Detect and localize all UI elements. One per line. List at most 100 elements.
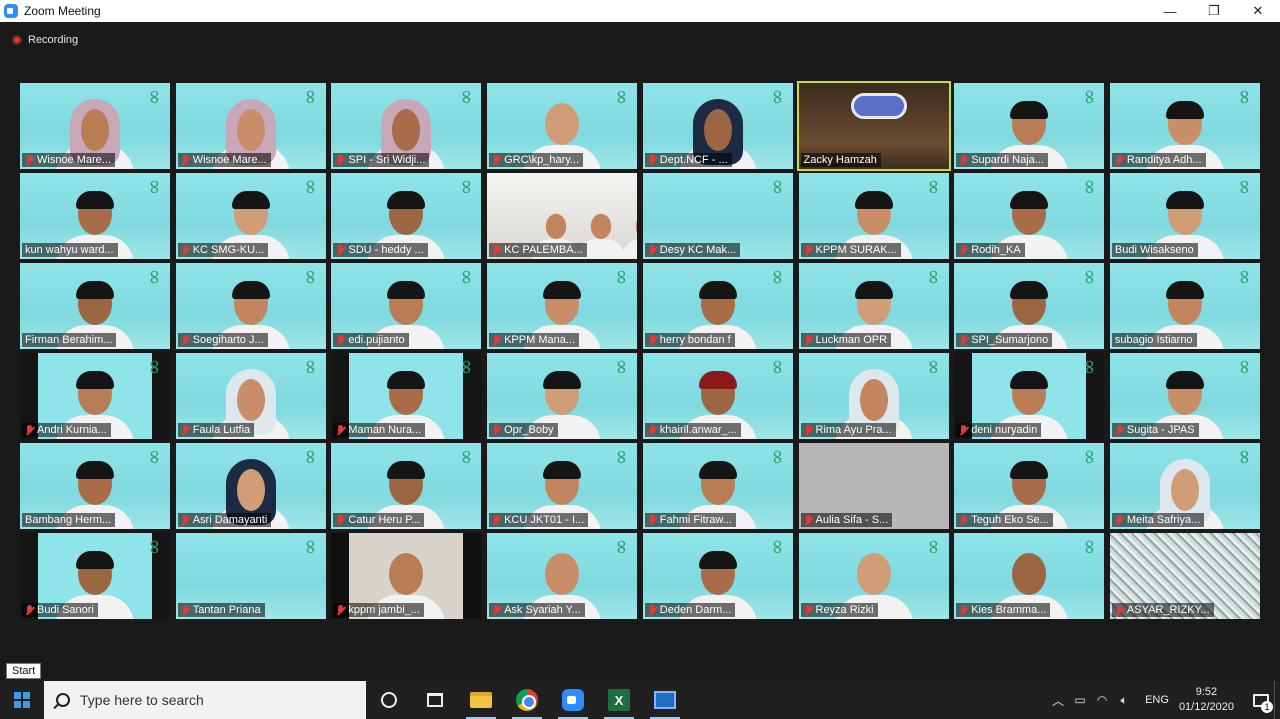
participant-name: Faula Lutfia xyxy=(192,424,251,436)
participant-tile[interactable]: ∞ Wisnoe Mare... xyxy=(175,83,326,169)
participant-tile[interactable]: ∞ Supardi Naja... xyxy=(954,83,1105,169)
participant-tile[interactable]: ∞ Firman Berahim... xyxy=(20,263,170,349)
excel-button[interactable]: X xyxy=(596,681,642,719)
participant-tile[interactable]: ∞ Opr_Boby xyxy=(487,353,638,439)
participant-tile[interactable]: ∞ Dept.NCF - ... xyxy=(642,83,793,169)
minimize-button[interactable]: — xyxy=(1148,0,1192,22)
participant-tile[interactable]: ∞ Rodih_KA xyxy=(954,173,1105,259)
muted-mic-icon xyxy=(959,244,968,256)
participant-tile[interactable]: ∞ Meita Safriya... xyxy=(1109,443,1260,529)
brand-logo-icon: ∞ xyxy=(455,448,480,466)
participant-tile[interactable]: ∞ SDU - heddy ... xyxy=(331,173,482,259)
participant-tile[interactable]: ∞ SPI_Sumarjono xyxy=(954,263,1105,349)
wifi-icon[interactable]: ◠ xyxy=(1091,693,1113,707)
participant-tile[interactable]: ∞ Reyza Rizki xyxy=(798,533,949,619)
zoom-taskbar-button[interactable] xyxy=(550,681,596,719)
participant-tile[interactable]: Aulia Sifa - S... xyxy=(798,443,949,529)
participant-tile[interactable]: ∞ Rima Ayu Pra... xyxy=(798,353,949,439)
participant-name: SPI_Sumarjono xyxy=(971,334,1049,346)
restore-button[interactable]: ❐ xyxy=(1192,0,1236,22)
participant-tile[interactable]: ∞ Ask Syariah Y... xyxy=(487,533,638,619)
participant-tile[interactable]: ∞ Budi Sanori xyxy=(20,533,170,619)
brand-logo-icon: ∞ xyxy=(299,178,324,196)
recording-indicator[interactable]: Recording xyxy=(12,34,78,46)
participant-tile[interactable]: ∞ KC SMG-KU... xyxy=(175,173,326,259)
participant-tile[interactable]: ∞ Randitya Adh... xyxy=(1109,83,1260,169)
participant-name: khairil.anwar_... xyxy=(659,424,737,436)
task-view-button[interactable] xyxy=(412,681,458,719)
participant-tile[interactable]: ∞ GRC\kp_hary... xyxy=(487,83,638,169)
participant-tile[interactable]: ∞ Luckman OPR xyxy=(798,263,949,349)
participant-nameplate: Budi Wisakseno xyxy=(1111,243,1198,257)
language-indicator[interactable]: ENG xyxy=(1145,694,1169,706)
participant-tile[interactable]: ∞ Andri Kurnia... xyxy=(20,353,170,439)
participant-tile[interactable]: ∞ KPPM SURAK... xyxy=(798,173,949,259)
brand-logo-icon: ∞ xyxy=(766,358,791,376)
participant-tile[interactable]: ∞ Desy KC Mak... xyxy=(642,173,793,259)
volume-icon[interactable]: 🔈︎ xyxy=(1113,693,1135,708)
participant-tile[interactable]: ∞ Bambang Herm... xyxy=(20,443,170,529)
participant-tile[interactable]: ∞ edi.pujianto xyxy=(331,263,482,349)
participant-tile[interactable]: ASYAR_RIZKY... xyxy=(1109,533,1260,619)
windows-logo-icon xyxy=(14,692,30,708)
clock[interactable]: 9:52 01/12/2020 xyxy=(1179,685,1234,715)
brand-logo-icon: ∞ xyxy=(922,538,947,556)
participant-tile[interactable]: ∞ kun wahyu ward... xyxy=(20,173,170,259)
participant-tile[interactable]: ∞ Sugita - JPAS xyxy=(1109,353,1260,439)
participant-nameplate: Fahmi Fitraw... xyxy=(644,513,736,527)
participant-name: SPI - Sri Widji... xyxy=(348,154,426,166)
battery-icon[interactable]: ▭ xyxy=(1069,693,1091,707)
participant-nameplate: Reyza Rizki xyxy=(800,603,878,617)
participant-tile[interactable]: ∞ Wisnoe Mare... xyxy=(20,83,170,169)
chrome-button[interactable] xyxy=(504,681,550,719)
brand-logo-icon: ∞ xyxy=(143,178,168,196)
cortana-button[interactable] xyxy=(366,681,412,719)
participant-tile[interactable]: ∞ Teguh Eko Se... xyxy=(954,443,1105,529)
participant-nameplate: Dept.NCF - ... xyxy=(644,153,732,167)
action-center-button[interactable]: 1 xyxy=(1248,681,1274,719)
participant-tile[interactable]: Zacky Hamzah xyxy=(796,81,951,171)
start-button[interactable] xyxy=(0,681,44,719)
participant-nameplate: edi.pujianto xyxy=(333,333,409,347)
taskbar-search-box[interactable]: Type here to search xyxy=(44,681,366,719)
participant-tile[interactable]: ∞ Fahmi Fitraw... xyxy=(642,443,793,529)
muted-mic-icon xyxy=(25,154,34,166)
participant-tile[interactable]: ∞ KPPM Mana... xyxy=(487,263,638,349)
participant-tile[interactable]: ∞ khairil.anwar_... xyxy=(642,353,793,439)
participant-tile[interactable]: ∞ Budi Wisakseno xyxy=(1109,173,1260,259)
file-explorer-button[interactable] xyxy=(458,681,504,719)
participant-tile[interactable]: ∞ Deden Darm... xyxy=(642,533,793,619)
participant-tile[interactable]: ∞ Kies Bramma... xyxy=(954,533,1105,619)
participant-tile[interactable]: ∞ Soegiharto J... xyxy=(175,263,326,349)
participant-tile[interactable]: ∞ SPI - Sri Widji... xyxy=(331,83,482,169)
participant-tile[interactable]: ∞ Faula Lutfia xyxy=(175,353,326,439)
brand-logo-icon: ∞ xyxy=(610,538,635,556)
participant-tile[interactable]: ∞ subagio Istiarno xyxy=(1109,263,1260,349)
brand-logo-icon: ∞ xyxy=(766,448,791,466)
show-desktop-button[interactable] xyxy=(1274,681,1280,719)
participant-name: Andri Kurnia... xyxy=(37,424,107,436)
photos-button[interactable] xyxy=(642,681,688,719)
chevron-up-icon[interactable]: ︿ xyxy=(1047,692,1069,709)
participant-tile[interactable]: ∞ Asri Damayanti xyxy=(175,443,326,529)
chrome-icon xyxy=(516,689,538,711)
participant-tile[interactable]: ∞ Tantan Priana xyxy=(175,533,326,619)
muted-mic-icon xyxy=(648,244,657,256)
participant-tile[interactable]: ∞ KCU JKT01 - I... xyxy=(487,443,638,529)
brand-logo-icon: ∞ xyxy=(922,358,947,376)
cortana-icon xyxy=(381,692,397,708)
participant-tile[interactable]: kppm jambi_... xyxy=(331,533,482,619)
muted-mic-icon xyxy=(181,334,190,346)
participant-name: Wisnoe Mare... xyxy=(37,154,111,166)
participant-tile[interactable]: ∞ herry bondan f xyxy=(642,263,793,349)
participant-tile[interactable]: ∞ deni nuryadin xyxy=(954,353,1105,439)
participant-tile[interactable]: ∞ Catur Heru P... xyxy=(331,443,482,529)
close-button[interactable]: ✕ xyxy=(1236,0,1280,22)
participant-name: Opr_Boby xyxy=(504,424,554,436)
notification-count: 1 xyxy=(1261,701,1273,713)
brand-logo-icon: ∞ xyxy=(610,358,635,376)
participant-tile[interactable]: ∞ Maman Nura... xyxy=(331,353,482,439)
muted-mic-icon xyxy=(1115,604,1124,616)
participant-tile[interactable]: KC PALEMBA... xyxy=(487,173,638,259)
participant-nameplate: Supardi Naja... xyxy=(956,153,1048,167)
